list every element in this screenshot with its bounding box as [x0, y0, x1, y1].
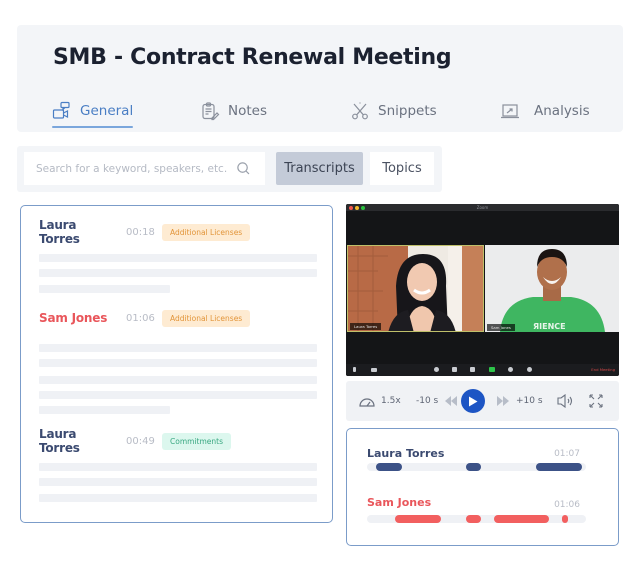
participant-video-sam: ЯIENCE [485, 245, 619, 332]
tab-bar: General Notes Snippets Analysis [52, 97, 623, 128]
video-call-window[interactable]: Zoom Laura Torres ЯIENCE Sam Jones End M… [346, 204, 619, 376]
tab-notes[interactable]: Notes [200, 97, 267, 125]
rewind-button[interactable]: -10 s [416, 381, 458, 421]
playback-speed: 1.5x [381, 396, 401, 406]
talk-segment[interactable] [494, 515, 549, 523]
talk-segment[interactable] [465, 463, 481, 471]
talk-segment[interactable] [535, 463, 582, 471]
text-line-placeholder [39, 391, 317, 399]
forward-label: +10 s [516, 396, 543, 406]
participant-video-laura [348, 246, 483, 331]
tab-label: Snippets [378, 103, 437, 119]
topic-tag[interactable]: Additional Licenses [162, 309, 251, 327]
tab-label: Notes [228, 103, 267, 119]
talk-segment[interactable] [465, 515, 481, 523]
video-chat-icon [52, 101, 70, 119]
speaker-timeline-track[interactable] [367, 515, 586, 523]
timestamp[interactable]: 01:06 [126, 313, 162, 324]
speedometer-icon [359, 398, 375, 407]
play-icon [469, 396, 478, 406]
window-title: Zoom [476, 205, 489, 210]
participants-icon[interactable] [452, 367, 457, 372]
search-input[interactable] [36, 162, 230, 175]
playback-speed-control[interactable]: 1.5x [358, 381, 401, 421]
tab-label: Analysis [534, 103, 590, 119]
record-icon[interactable] [508, 367, 513, 372]
participant-name-label: Sam Jones [487, 324, 515, 331]
play-button[interactable] [461, 389, 485, 413]
search-toolbar: Transcripts Topics [17, 146, 442, 192]
participant-tile-sam: ЯIENCE Sam Jones [485, 245, 619, 332]
fullscreen-button[interactable] [589, 381, 603, 421]
topic-tag[interactable]: Commitments [162, 432, 231, 450]
text-line-placeholder [39, 376, 317, 384]
rewind-label: -10 s [416, 396, 439, 406]
transcripts-toggle[interactable]: Transcripts [276, 152, 363, 185]
topic-tag[interactable]: Additional Licenses [162, 223, 251, 241]
speaker-name[interactable]: Sam Jones [39, 311, 116, 325]
transcript-entry-header: Laura Torres 00:18 Additional Licenses [39, 218, 251, 246]
page-title: SMB - Contract Renewal Meeting [53, 45, 452, 70]
speaker-name[interactable]: Laura Torres [39, 218, 116, 246]
text-line-placeholder [39, 463, 317, 471]
speaker-timeline-track[interactable] [367, 463, 586, 471]
search-field [24, 152, 265, 185]
text-line-placeholder [39, 406, 170, 414]
text-line-placeholder [39, 344, 317, 352]
text-line-placeholder [39, 478, 317, 486]
speaker-timeline-panel: Laura Torres 01:07 Sam Jones 01:06 [346, 428, 619, 546]
playback-controls: 1.5x -10 s +10 s [346, 381, 619, 421]
transcript-entry-header: Laura Torres 00:49 Commitments [39, 427, 231, 455]
reactions-icon[interactable] [527, 367, 532, 372]
transcript-entry-header: Sam Jones 01:06 Additional Licenses [39, 309, 251, 327]
timestamp[interactable]: 00:18 [126, 227, 162, 238]
talk-segment[interactable] [561, 515, 569, 523]
camera-icon[interactable] [371, 368, 377, 372]
speaker-name: Laura Torres [367, 447, 445, 460]
transcript-panel: Laura Torres 00:18 Additional Licenses S… [20, 205, 333, 523]
tab-analysis[interactable]: Analysis [500, 97, 590, 125]
window-titlebar: Zoom [346, 204, 619, 211]
volume-button[interactable] [557, 381, 575, 421]
participant-name-label: Laura Torres [350, 323, 382, 330]
chart-board-icon [501, 104, 519, 119]
speaker-name: Sam Jones [367, 496, 432, 509]
participant-tile-laura: Laura Torres [347, 245, 484, 332]
speaker-duration: 01:07 [554, 449, 580, 459]
scissors-icon [352, 102, 368, 120]
fast-forward-icon [497, 396, 509, 406]
meeting-header: SMB - Contract Renewal Meeting General N… [17, 25, 623, 132]
mute-icon[interactable] [353, 367, 356, 372]
text-line-placeholder [39, 285, 170, 293]
fullscreen-icon [589, 394, 603, 408]
tab-label: General [80, 103, 134, 119]
speaker-name[interactable]: Laura Torres [39, 427, 116, 455]
call-controls-bar: End Meeting [346, 364, 619, 376]
chat-icon[interactable] [470, 367, 475, 372]
text-line-placeholder [39, 494, 317, 502]
svg-text:ЯIENCE: ЯIENCE [533, 322, 566, 331]
share-screen-icon[interactable] [489, 367, 495, 372]
volume-icon [557, 394, 573, 408]
tab-snippets[interactable]: Snippets [350, 97, 437, 125]
text-line-placeholder [39, 269, 317, 277]
talk-segment[interactable] [395, 515, 442, 523]
rewind-icon [445, 396, 458, 406]
end-meeting-button[interactable]: End Meeting [591, 367, 615, 372]
speaker-duration: 01:06 [554, 500, 580, 510]
clipboard-edit-icon [202, 102, 220, 121]
text-line-placeholder [39, 359, 317, 367]
topics-toggle[interactable]: Topics [370, 152, 434, 185]
timestamp[interactable]: 00:49 [126, 436, 162, 447]
text-line-placeholder [39, 254, 317, 262]
forward-button[interactable]: +10 s [496, 381, 543, 421]
talk-segment[interactable] [375, 463, 403, 471]
tab-general[interactable]: General [52, 97, 134, 128]
search-icon[interactable] [236, 161, 251, 176]
security-icon[interactable] [434, 367, 439, 372]
